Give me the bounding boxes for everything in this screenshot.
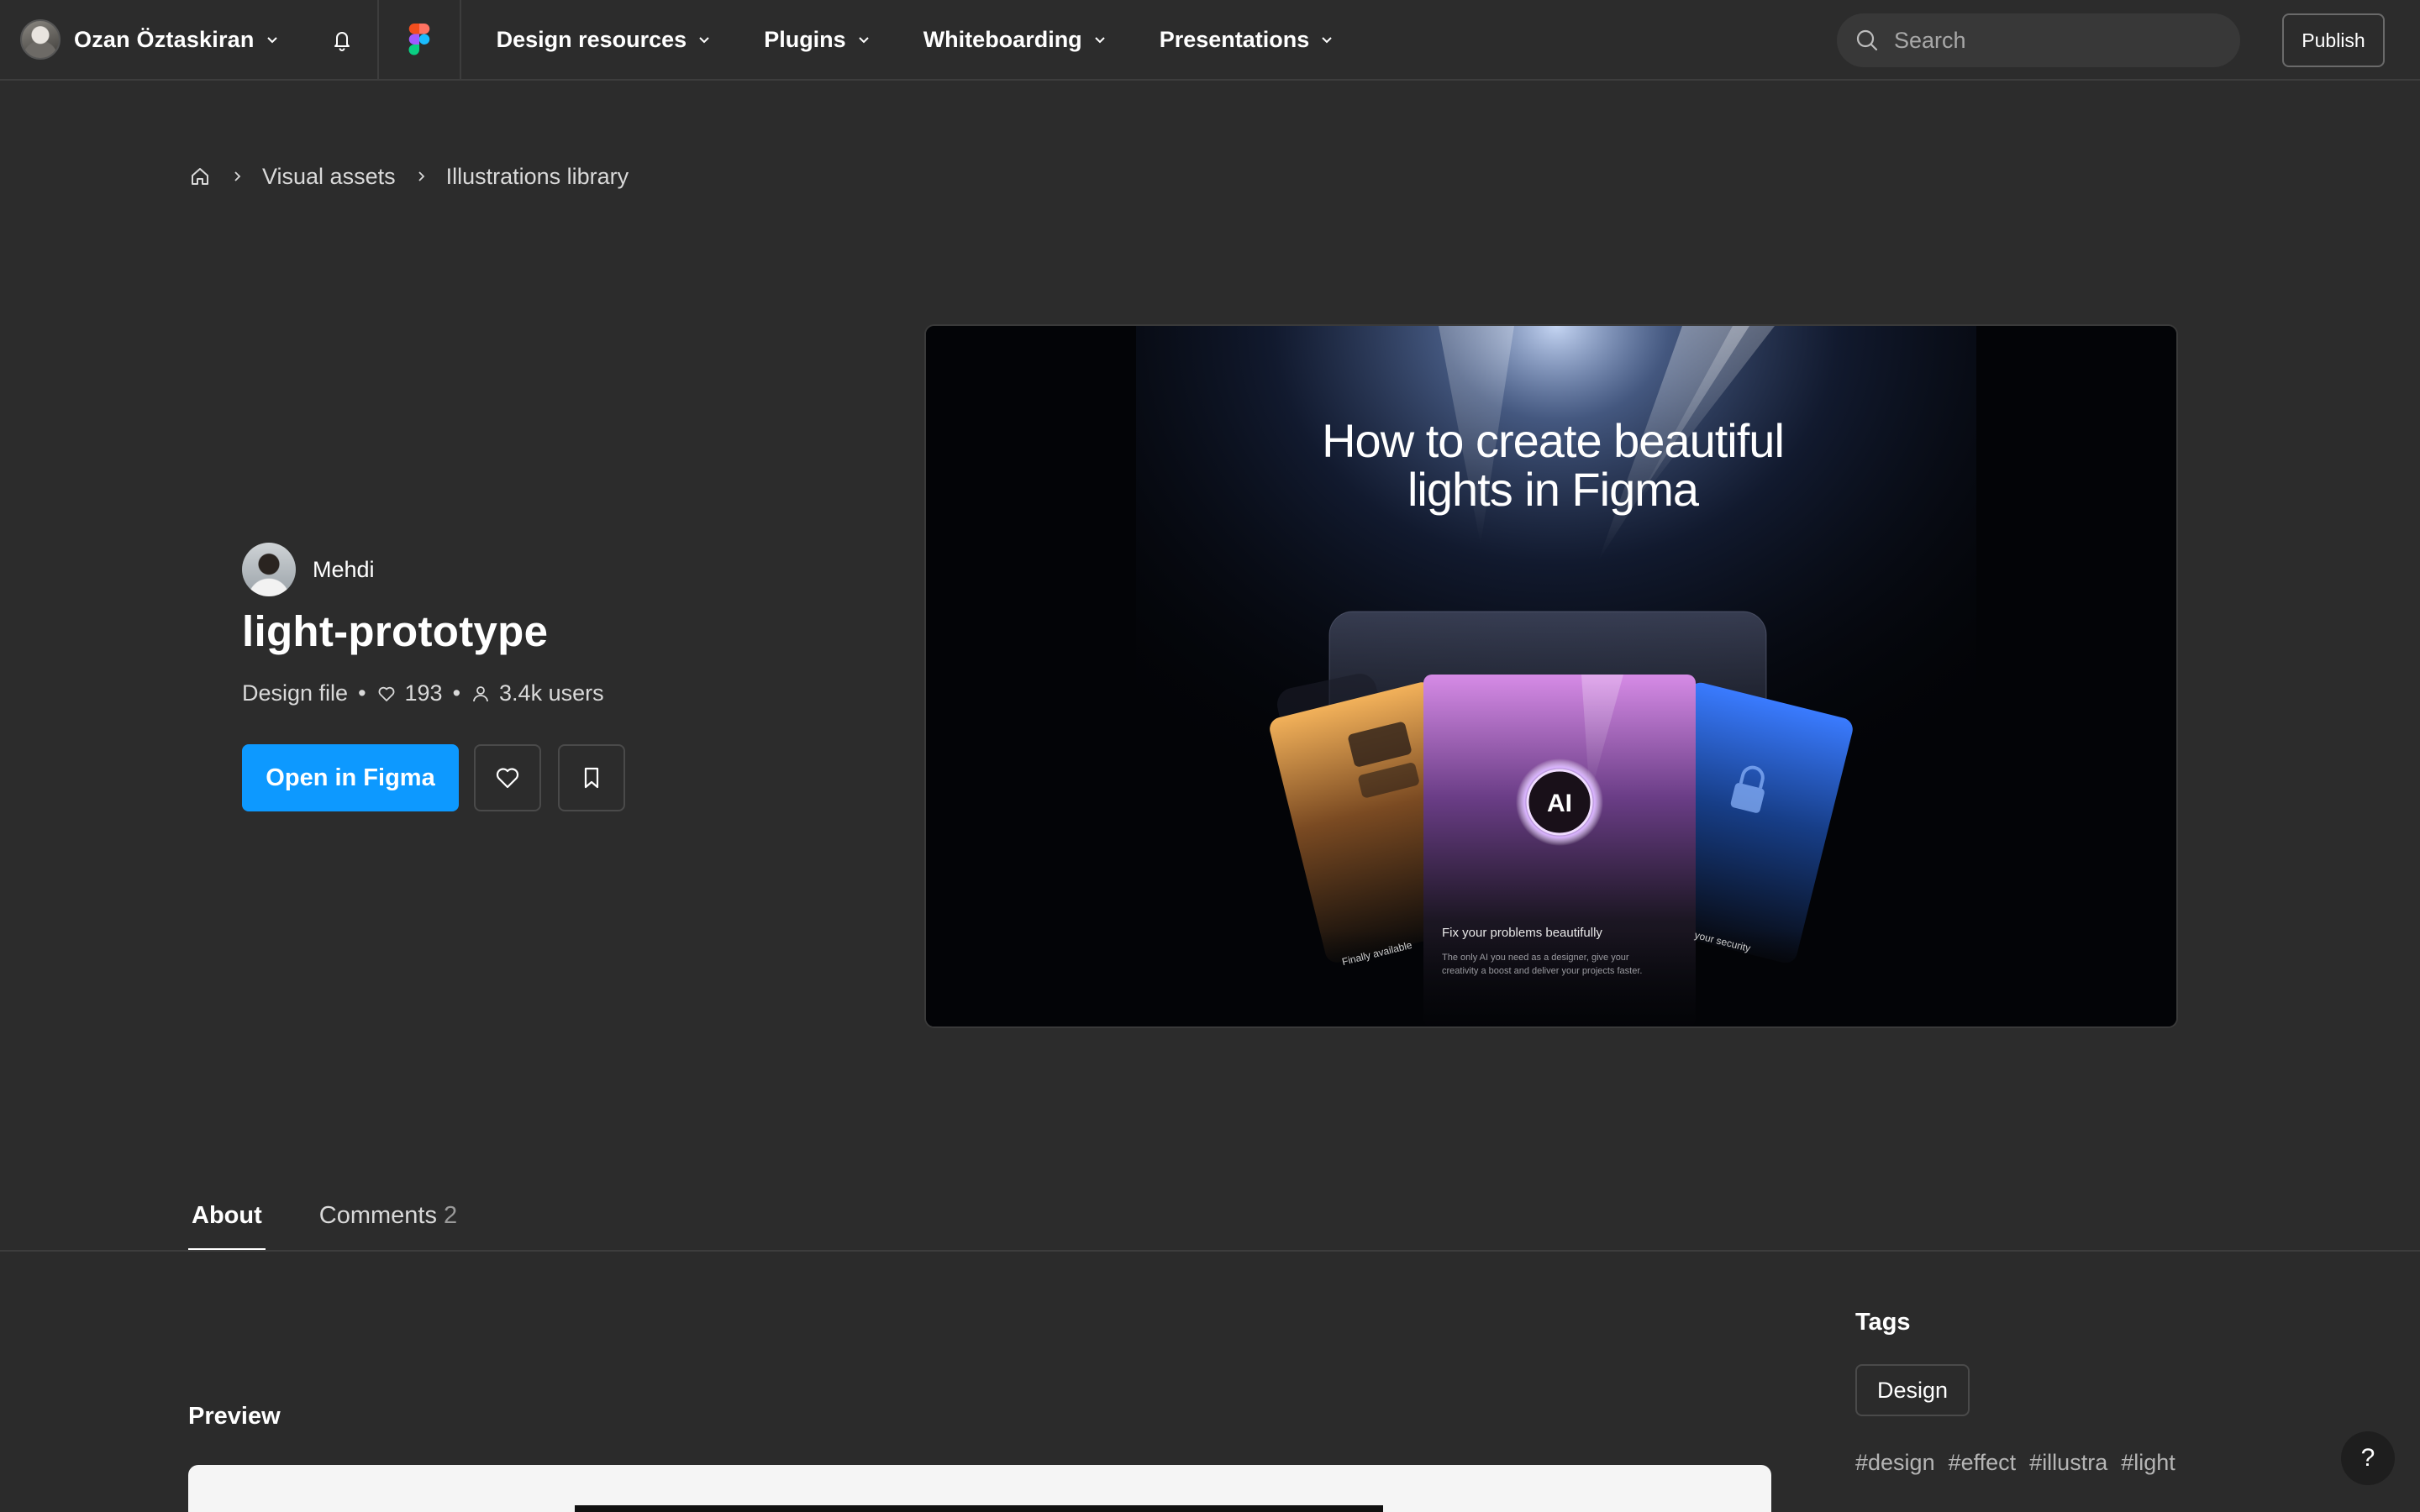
bookmark-button[interactable] — [558, 744, 625, 811]
publish-button[interactable]: Publish — [2282, 13, 2385, 67]
hero-title-line: lights in Figma — [1407, 463, 1699, 516]
chevron-right-icon — [414, 170, 428, 183]
preview-frame — [188, 1465, 1771, 1512]
like-button[interactable] — [474, 744, 541, 811]
page-title: light-prototype — [242, 607, 549, 655]
chevron-down-icon — [1319, 32, 1334, 47]
bookmark-icon — [584, 767, 599, 789]
nav-label: Design resources — [496, 26, 687, 52]
tab-bar: About Comments 2 — [188, 1193, 511, 1252]
card-subtext: The only AI you need as a designer, give… — [1442, 953, 1629, 963]
chevron-down-icon — [856, 32, 871, 47]
like-count: 193 — [404, 680, 443, 706]
tab-label: About — [192, 1202, 262, 1229]
avatar — [20, 19, 60, 60]
meta-separator: • — [452, 680, 461, 706]
nav-links: Design resources Plugins Whiteboarding P… — [461, 0, 1387, 80]
nav-design-resources[interactable]: Design resources — [497, 27, 713, 53]
card-caption: Fix your problems beautifully — [1442, 926, 1602, 940]
card-subtext: creativity a boost and deliver your proj… — [1442, 966, 1643, 976]
user-count: 3.4k users — [499, 680, 604, 706]
hashtag-list: #design #effect #illustra #light — [1855, 1450, 2189, 1476]
file-type: Design file — [242, 680, 349, 706]
ai-badge: AI — [1547, 790, 1572, 817]
user-name: Ozan Öztaskiran — [74, 26, 255, 52]
figma-logo-icon[interactable] — [379, 0, 460, 80]
breadcrumb-illustrations-library[interactable]: Illustrations library — [446, 164, 629, 190]
top-navigation: Ozan Öztaskiran Design resources Plugins… — [0, 0, 2420, 81]
open-in-figma-button[interactable]: Open in Figma — [242, 744, 459, 811]
breadcrumb: Visual assets Illustrations library — [188, 160, 629, 193]
nav-label: Whiteboarding — [923, 26, 1082, 52]
heart-icon — [376, 684, 397, 704]
chevron-down-icon — [1092, 32, 1107, 47]
hero-title: How to create beautiful lights in Figma — [926, 414, 2176, 516]
search-icon — [1854, 27, 1881, 54]
preview-heading: Preview — [188, 1403, 281, 1430]
hero-preview-image: How to create beautiful lights in Figma … — [924, 324, 2178, 1028]
user-icon — [471, 684, 491, 704]
meta-separator: • — [358, 680, 366, 706]
preview-content — [575, 1505, 1383, 1512]
author-name: Mehdi — [313, 556, 375, 582]
nav-plugins[interactable]: Plugins — [764, 27, 871, 53]
nav-whiteboarding[interactable]: Whiteboarding — [923, 27, 1107, 53]
author-row[interactable]: Mehdi — [242, 543, 375, 596]
hashtag[interactable]: #effect — [1949, 1450, 2017, 1476]
author-avatar — [242, 543, 296, 596]
heart-icon — [496, 768, 519, 789]
hashtag[interactable]: #illustra — [2029, 1450, 2107, 1476]
help-button[interactable]: ? — [2341, 1431, 2395, 1485]
search-box[interactable] — [1837, 13, 2240, 67]
home-icon[interactable] — [188, 165, 212, 188]
hashtag[interactable]: #light — [2121, 1450, 2175, 1476]
user-menu[interactable]: Ozan Öztaskiran — [0, 0, 305, 80]
chevron-down-icon — [697, 32, 712, 47]
breadcrumb-visual-assets[interactable]: Visual assets — [262, 164, 396, 190]
bell-icon[interactable] — [329, 26, 355, 53]
tab-label: Comments — [318, 1202, 437, 1229]
tab-comments[interactable]: Comments 2 — [319, 1202, 457, 1252]
hero-title-line: How to create beautiful — [1322, 414, 1785, 467]
chevron-right-icon — [230, 170, 244, 183]
search-input[interactable] — [1894, 27, 2213, 54]
nav-presentations[interactable]: Presentations — [1160, 27, 1335, 53]
tags-heading: Tags — [1855, 1309, 1911, 1336]
file-meta: Design file • 193 • 3.4k users — [242, 680, 604, 706]
comment-count: 2 — [443, 1202, 458, 1229]
nav-label: Plugins — [764, 26, 846, 52]
nav-label: Presentations — [1159, 26, 1310, 52]
hashtag[interactable]: #design — [1855, 1450, 1935, 1476]
tab-about[interactable]: About — [188, 1202, 266, 1252]
tag-design[interactable]: Design — [1855, 1364, 1970, 1416]
chevron-down-icon — [265, 32, 280, 47]
